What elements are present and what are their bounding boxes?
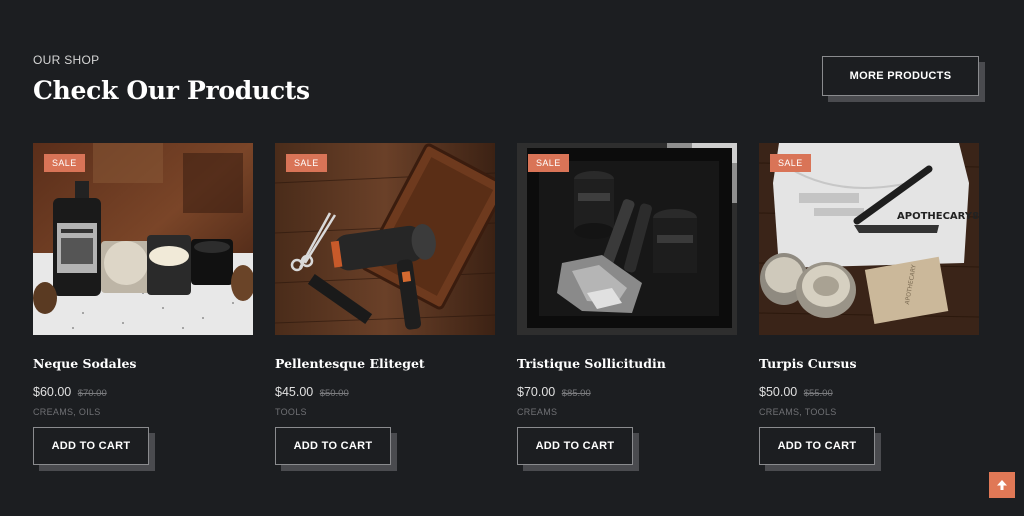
add-to-cart-wrapper: ADD TO CART (759, 427, 881, 471)
product-price: $45.00 (275, 385, 314, 399)
price-row: $60.00 $70.00 (33, 383, 107, 401)
product-image[interactable]: SALE (33, 143, 253, 335)
product-categories[interactable]: CREAMS (517, 407, 557, 417)
product-old-price: $85.00 (561, 388, 591, 399)
price-row: $50.00 $55.00 (759, 383, 833, 401)
arrow-up-icon (997, 480, 1007, 490)
shop-section: OUR SHOP Check Our Products MORE PRODUCT… (0, 0, 1024, 516)
scroll-to-top-button[interactable] (989, 472, 1015, 498)
product-price: $70.00 (517, 385, 556, 399)
add-to-cart-wrapper: ADD TO CART (33, 427, 155, 471)
shirt-print-text: APOTHECARY87 (897, 211, 979, 222)
more-products-button[interactable]: MORE PRODUCTS (822, 56, 979, 96)
product-price: $60.00 (33, 385, 72, 399)
product-card: SALE Tristique Sollicitudin $70.00 $85.0… (517, 143, 737, 471)
product-old-price: $55.00 (803, 388, 833, 399)
product-image[interactable]: SALE (275, 143, 495, 335)
product-name[interactable]: Tristique Sollicitudin (517, 356, 666, 371)
add-to-cart-button[interactable]: ADD TO CART (517, 427, 633, 465)
product-name[interactable]: Neque Sodales (33, 356, 136, 371)
product-name[interactable]: Pellentesque Eliteget (275, 356, 425, 371)
add-to-cart-button[interactable]: ADD TO CART (33, 427, 149, 465)
product-price: $50.00 (759, 385, 798, 399)
add-to-cart-wrapper: ADD TO CART (517, 427, 639, 471)
add-to-cart-button[interactable]: ADD TO CART (759, 427, 875, 465)
sale-badge: SALE (770, 154, 811, 172)
product-image[interactable]: APOTHECARY87 APOTHECARY SALE (759, 143, 979, 335)
price-row: $45.00 $50.00 (275, 383, 349, 401)
section-eyebrow: OUR SHOP (33, 53, 100, 67)
section-title: Check Our Products (33, 76, 310, 105)
product-card: APOTHECARY87 APOTHECARY SALE Turpis Curs… (759, 143, 979, 471)
product-image[interactable]: SALE (517, 143, 737, 335)
price-row: $70.00 $85.00 (517, 383, 591, 401)
product-categories[interactable]: CREAMS, TOOLS (759, 407, 837, 417)
product-card: SALE Pellentesque Eliteget $45.00 $50.00… (275, 143, 495, 471)
product-card: SALE Neque Sodales $60.00 $70.00 CREAMS,… (33, 143, 253, 471)
sale-badge: SALE (44, 154, 85, 172)
add-to-cart-wrapper: ADD TO CART (275, 427, 397, 471)
product-old-price: $50.00 (319, 388, 349, 399)
add-to-cart-button[interactable]: ADD TO CART (275, 427, 391, 465)
product-categories[interactable]: TOOLS (275, 407, 307, 417)
product-old-price: $70.00 (77, 388, 107, 399)
sale-badge: SALE (286, 154, 327, 172)
sale-badge: SALE (528, 154, 569, 172)
product-categories[interactable]: CREAMS, OILS (33, 407, 101, 417)
more-products-wrapper: MORE PRODUCTS (822, 56, 985, 102)
product-name[interactable]: Turpis Cursus (759, 356, 857, 371)
